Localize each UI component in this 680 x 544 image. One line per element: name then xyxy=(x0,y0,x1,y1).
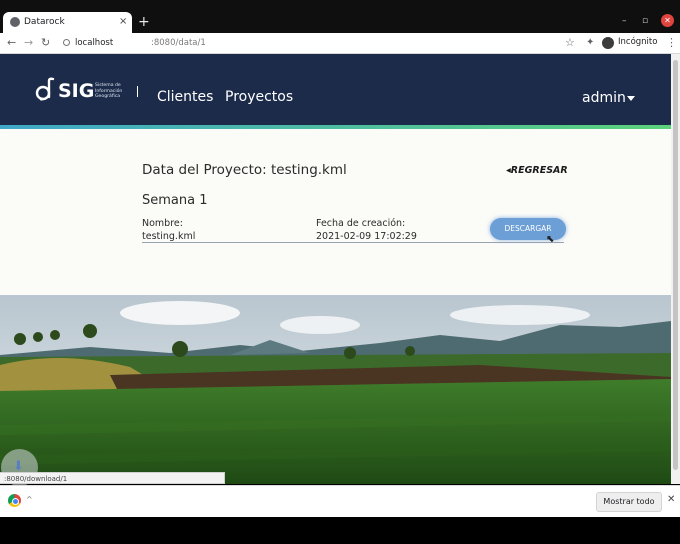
site-navbar: SIG Sistema de Información Geográfica Cl… xyxy=(0,54,671,125)
page-title: Data del Proyecto: testing.kml xyxy=(142,162,347,178)
back-link[interactable]: ◂REGRESAR xyxy=(506,164,568,177)
browser-tab[interactable]: Datarock × xyxy=(3,12,132,33)
url-host: localhost xyxy=(75,38,114,48)
globe-icon xyxy=(10,17,20,27)
logo-mark-icon[interactable] xyxy=(34,76,58,106)
incognito-icon xyxy=(602,37,614,49)
back-arrow-icon[interactable]: ← xyxy=(7,35,16,51)
scrollbar-thumb[interactable] xyxy=(673,60,678,470)
window-close-icon[interactable]: ✕ xyxy=(661,14,674,27)
row-divider xyxy=(142,242,564,243)
incognito-label: Incógnito xyxy=(618,37,658,47)
page-viewport: SIG Sistema de Información Geográfica Cl… xyxy=(0,54,671,484)
accent-stripe xyxy=(0,125,671,129)
nav-divider xyxy=(137,86,138,97)
section-title: Semana 1 xyxy=(142,193,208,208)
forward-arrow-icon[interactable]: → xyxy=(24,35,33,51)
chevron-up-icon[interactable]: ^ xyxy=(26,494,33,506)
name-label: Nombre: xyxy=(142,218,183,229)
browser-toolbar: ← → ↻ localhost :8080/data/1 ☆ ✦ Incógni… xyxy=(0,33,680,54)
url-path: :8080/data/1 xyxy=(151,38,206,48)
download-button[interactable]: DESCARGAR xyxy=(490,218,566,240)
logo-subtitle: Sistema de Información Geográfica xyxy=(95,83,123,99)
extensions-icon[interactable]: ✦ xyxy=(586,35,594,50)
address-bar[interactable]: localhost :8080/data/1 xyxy=(60,35,550,51)
reload-icon[interactable]: ↻ xyxy=(41,35,50,51)
browser-menu-icon[interactable]: ⋮ xyxy=(666,35,677,50)
landscape-image xyxy=(0,295,671,484)
bookmark-star-icon[interactable]: ☆ xyxy=(565,35,575,50)
mouse-cursor-icon: ⬉ xyxy=(546,234,555,245)
minimize-icon[interactable]: – xyxy=(622,14,627,28)
tab-close-icon[interactable]: × xyxy=(119,15,127,29)
chrome-icon-center xyxy=(12,498,19,505)
maximize-icon[interactable]: ▫ xyxy=(642,14,648,28)
new-tab-button[interactable]: + xyxy=(138,13,150,31)
nav-link-proyectos[interactable]: Proyectos xyxy=(225,88,293,106)
back-link-label: REGRESAR xyxy=(510,165,568,176)
tab-title: Datarock xyxy=(24,17,65,27)
nav-link-clientes[interactable]: Clientes xyxy=(157,88,213,106)
screen-bottom-bar xyxy=(0,517,680,544)
info-icon[interactable] xyxy=(63,39,70,46)
status-url-bubble: :8080/download/1 xyxy=(0,472,225,484)
user-menu[interactable]: admin xyxy=(582,89,626,107)
date-label: Fecha de creación: xyxy=(316,218,406,229)
tab-bar: Datarock × + – ▫ ✕ xyxy=(0,0,680,33)
show-all-button[interactable]: Mostrar todo xyxy=(596,492,662,512)
shelf-close-icon[interactable]: ✕ xyxy=(667,493,675,507)
download-shelf: ^ Mostrar todo ✕ xyxy=(0,485,680,517)
logo-text[interactable]: SIG xyxy=(58,80,94,102)
caret-down-icon[interactable] xyxy=(627,96,635,101)
